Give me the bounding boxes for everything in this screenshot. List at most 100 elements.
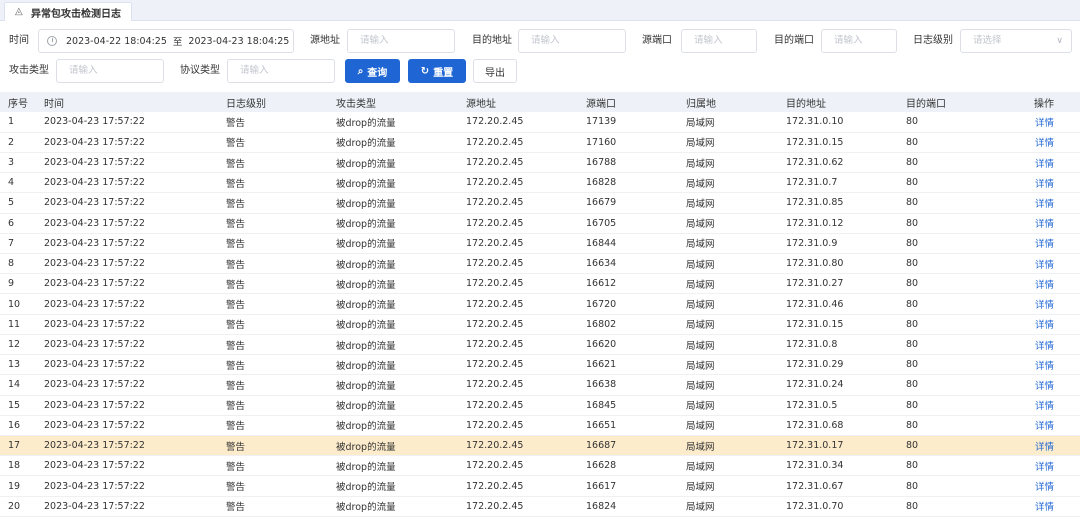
date-range-picker[interactable]: 2023-04-22 18:04:25 至 2023-04-23 18:04:2… xyxy=(38,29,294,53)
table-row[interactable]: 3 2023-04-23 17:57:22 警告 被drop的流量 172.20.2.4… xyxy=(0,152,1080,174)
table-row[interactable]: 5 2023-04-23 17:57:22 警告 被drop的流量 172.20.2.4… xyxy=(0,192,1080,214)
cell-attack-type: 被drop的流量 xyxy=(328,293,458,315)
detail-link[interactable]: 详情 xyxy=(1035,179,1054,190)
table-row[interactable]: 11 2023-04-23 17:57:22 警告 被drop的流量 172.20.2.… xyxy=(0,314,1080,335)
log-level-placeholder: 请选择 xyxy=(973,35,1002,46)
cell-log-level: 警告 xyxy=(218,293,328,315)
cell-src-addr: 172.20.2.45 xyxy=(458,172,578,194)
dst-port-input[interactable]: 请输入 xyxy=(821,29,897,53)
cell-attack-type: 被drop的流量 xyxy=(328,192,458,214)
cell-index: 12 xyxy=(0,334,36,356)
table-row[interactable]: 6 2023-04-23 17:57:22 警告 被drop的流量 172.20.2.4… xyxy=(0,213,1080,234)
cell-src-port: 16638 xyxy=(578,374,678,396)
dst-addr-label: 目的地址 xyxy=(472,35,512,46)
table-row[interactable]: 18 2023-04-23 17:57:22 警告 被drop的流量 172.20.2.… xyxy=(0,455,1080,477)
column-header-log-level: 日志级别 xyxy=(218,92,328,112)
src-port-input[interactable]: 请输入 xyxy=(681,29,757,53)
cell-attack-type: 被drop的流量 xyxy=(328,374,458,396)
detail-link[interactable]: 详情 xyxy=(1035,219,1054,230)
protocol-input[interactable]: 请输入 xyxy=(227,59,335,83)
date-start: 2023-04-22 18:04:25 xyxy=(66,35,167,47)
table-row[interactable]: 12 2023-04-23 17:57:22 警告 被drop的流量 172.20.2.… xyxy=(0,334,1080,356)
export-button[interactable]: 导出 xyxy=(473,59,517,83)
cell-src-port: 16845 xyxy=(578,395,678,416)
table-row[interactable]: 9 2023-04-23 17:57:22 警告 被drop的流量 172.20.2.4… xyxy=(0,273,1080,295)
cell-src-addr: 172.20.2.45 xyxy=(458,475,578,497)
detail-link[interactable]: 详情 xyxy=(1035,280,1054,291)
table-row[interactable]: 15 2023-04-23 17:57:22 警告 被drop的流量 172.20.2.… xyxy=(0,395,1080,416)
detail-link[interactable]: 详情 xyxy=(1035,300,1054,311)
log-level-select[interactable]: 请选择 ∨ xyxy=(960,29,1072,53)
cell-src-addr: 172.20.2.45 xyxy=(458,253,578,275)
table-row[interactable]: 17 2023-04-23 17:57:22 警告 被drop的流量 172.20.2.… xyxy=(0,435,1080,457)
src-port-label: 源端口 xyxy=(642,35,672,46)
cell-location: 局域网 xyxy=(678,233,778,255)
table-row[interactable]: 16 2023-04-23 17:57:22 警告 被drop的流量 172.20.2.… xyxy=(0,415,1080,437)
cell-dst-port: 80 xyxy=(898,354,1008,376)
cell-dst-addr: 172.31.0.15 xyxy=(778,314,898,335)
detail-link[interactable]: 详情 xyxy=(1035,118,1054,129)
cell-location: 局域网 xyxy=(678,273,778,295)
detail-link[interactable]: 详情 xyxy=(1035,462,1054,473)
cell-attack-type: 被drop的流量 xyxy=(328,132,458,153)
dst-addr-input[interactable]: 请输入 xyxy=(518,29,626,53)
cell-dst-addr: 172.31.0.12 xyxy=(778,213,898,234)
table-body: 1 2023-04-23 17:57:22 警告 被drop的流量 172.20.2.4… xyxy=(0,112,1080,517)
detail-link[interactable]: 详情 xyxy=(1035,341,1054,352)
cell-action: 详情 xyxy=(1008,152,1080,174)
tab-anomaly-log[interactable]: ◬ 异常包攻击检测日志 xyxy=(4,2,132,21)
cell-src-port: 16788 xyxy=(578,152,678,174)
tab-label: 异常包攻击检测日志 xyxy=(31,8,121,20)
detail-link[interactable]: 详情 xyxy=(1035,482,1054,493)
cell-src-port: 16720 xyxy=(578,293,678,315)
search-icon: ⌕ xyxy=(357,65,364,77)
detail-link[interactable]: 详情 xyxy=(1035,401,1054,412)
cell-location: 局域网 xyxy=(678,314,778,335)
cell-src-port: 17160 xyxy=(578,132,678,153)
cell-action: 详情 xyxy=(1008,293,1080,315)
cell-log-level: 警告 xyxy=(218,435,328,457)
detail-link[interactable]: 详情 xyxy=(1035,199,1054,210)
table-row[interactable]: 13 2023-04-23 17:57:22 警告 被drop的流量 172.20.2.… xyxy=(0,354,1080,376)
detail-link[interactable]: 详情 xyxy=(1035,239,1054,250)
src-addr-input[interactable]: 请输入 xyxy=(347,29,455,53)
table-row[interactable]: 19 2023-04-23 17:57:22 警告 被drop的流量 172.20.2.… xyxy=(0,475,1080,497)
table-row[interactable]: 10 2023-04-23 17:57:22 警告 被drop的流量 172.20.2.… xyxy=(0,293,1080,315)
cell-src-addr: 172.20.2.45 xyxy=(458,334,578,356)
cell-dst-addr: 172.31.0.80 xyxy=(778,253,898,275)
cell-location: 局域网 xyxy=(678,172,778,194)
detail-link[interactable]: 详情 xyxy=(1035,381,1054,392)
table-row[interactable]: 14 2023-04-23 17:57:22 警告 被drop的流量 172.20.2.… xyxy=(0,374,1080,396)
cell-dst-port: 80 xyxy=(898,233,1008,255)
cell-dst-port: 80 xyxy=(898,314,1008,335)
cell-attack-type: 被drop的流量 xyxy=(328,354,458,376)
table-row[interactable]: 8 2023-04-23 17:57:22 警告 被drop的流量 172.20.2.4… xyxy=(0,253,1080,275)
reset-button[interactable]: ↻ 重置 xyxy=(408,59,466,83)
cell-dst-port: 80 xyxy=(898,253,1008,275)
cell-src-port: 16617 xyxy=(578,475,678,497)
table-row[interactable]: 7 2023-04-23 17:57:22 警告 被drop的流量 172.20.2.4… xyxy=(0,233,1080,255)
detail-link[interactable]: 详情 xyxy=(1035,159,1054,170)
cell-time: 2023-04-23 17:57:22 xyxy=(36,415,218,437)
cell-dst-port: 80 xyxy=(898,172,1008,194)
detail-link[interactable]: 详情 xyxy=(1035,138,1054,149)
table-row[interactable]: 2 2023-04-23 17:57:22 警告 被drop的流量 172.20.2.4… xyxy=(0,132,1080,153)
cell-src-port: 17139 xyxy=(578,112,678,133)
detail-link[interactable]: 详情 xyxy=(1035,361,1054,372)
detail-link[interactable]: 详情 xyxy=(1035,320,1054,331)
cell-src-addr: 172.20.2.45 xyxy=(458,213,578,234)
table-row[interactable]: 20 2023-04-23 17:57:22 警告 被drop的流量 172.20.2.… xyxy=(0,496,1080,517)
attack-type-input[interactable]: 请输入 xyxy=(56,59,164,83)
detail-link[interactable]: 详情 xyxy=(1035,260,1054,271)
detail-link[interactable]: 详情 xyxy=(1035,442,1054,453)
table-row[interactable]: 1 2023-04-23 17:57:22 警告 被drop的流量 172.20.2.4… xyxy=(0,112,1080,133)
detail-link[interactable]: 详情 xyxy=(1035,502,1054,513)
cell-src-port: 16828 xyxy=(578,172,678,194)
cell-src-addr: 172.20.2.45 xyxy=(458,314,578,335)
cell-time: 2023-04-23 17:57:22 xyxy=(36,395,218,416)
cell-dst-port: 80 xyxy=(898,435,1008,457)
cell-src-port: 16634 xyxy=(578,253,678,275)
table-row[interactable]: 4 2023-04-23 17:57:22 警告 被drop的流量 172.20.2.4… xyxy=(0,172,1080,194)
detail-link[interactable]: 详情 xyxy=(1035,421,1054,432)
search-button[interactable]: ⌕ 查询 xyxy=(345,59,400,83)
